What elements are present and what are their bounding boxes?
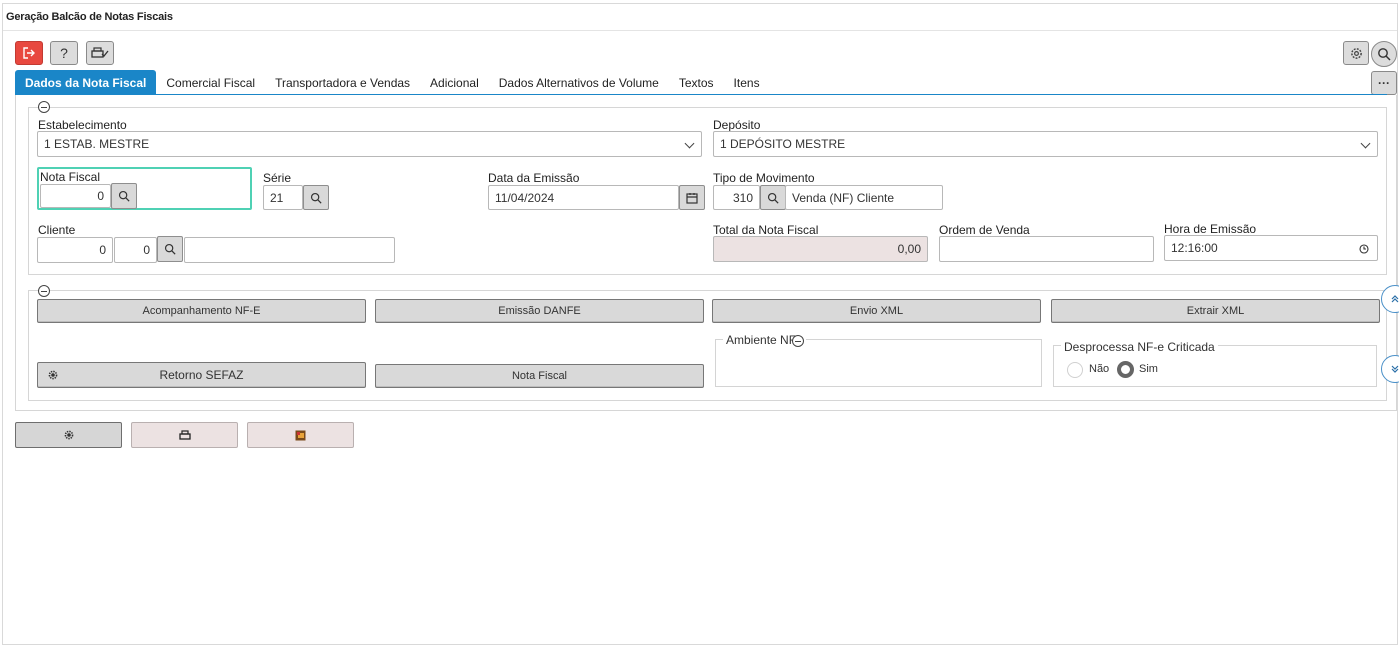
settings-button[interactable] xyxy=(1343,41,1369,65)
nota-fiscal-button[interactable]: Nota Fiscal xyxy=(375,364,704,388)
search-icon xyxy=(164,243,176,255)
radio-sim[interactable] xyxy=(1117,361,1134,378)
tipo-movimento-label: Tipo de Movimento xyxy=(713,171,815,185)
double-chevron-down-icon xyxy=(1391,365,1399,373)
serie-input[interactable]: 21 xyxy=(263,185,303,210)
nota-fiscal-search-button[interactable] xyxy=(111,183,137,209)
hora-emissao-input[interactable]: 12:16:00 xyxy=(1164,235,1378,261)
search-icon xyxy=(767,192,779,204)
radio-nao[interactable] xyxy=(1067,362,1083,378)
cliente-code2-input[interactable]: 0 xyxy=(114,237,157,263)
tipo-movimento-desc: Venda (NF) Cliente xyxy=(785,185,943,210)
estabelecimento-value: 1 ESTAB. MESTRE xyxy=(44,137,150,151)
printer-check-icon xyxy=(91,47,109,58)
collapse-icon[interactable] xyxy=(792,335,804,347)
global-search-button[interactable] xyxy=(1371,41,1397,67)
tipo-movimento-code-input[interactable]: 310 xyxy=(713,185,760,210)
deposito-label: Depósito xyxy=(713,118,761,132)
chevron-down-icon xyxy=(1360,138,1371,149)
collapse-icon[interactable] xyxy=(38,101,50,113)
acompanhamento-nfe-button[interactable]: Acompanhamento NF-E xyxy=(37,299,366,323)
tab-dados-nota-fiscal[interactable]: Dados da Nota Fiscal xyxy=(15,70,157,95)
double-chevron-up-icon xyxy=(1391,295,1399,303)
extrair-xml-button[interactable]: Extrair XML xyxy=(1051,299,1380,323)
export-button[interactable] xyxy=(247,422,354,448)
tab-comercial-fiscal[interactable]: Comercial Fiscal xyxy=(156,70,265,95)
radio-sim-label: Sim xyxy=(1139,363,1158,375)
nota-fiscal-input[interactable]: 0 xyxy=(40,184,111,208)
exit-icon xyxy=(23,47,35,59)
search-icon xyxy=(118,190,130,202)
retorno-sefaz-button[interactable]: Retorno SEFAZ xyxy=(37,362,366,388)
export-icon xyxy=(295,430,306,440)
emissao-danfe-button[interactable]: Emissão DANFE xyxy=(375,299,704,323)
serie-label: Série xyxy=(263,171,292,185)
window-title: Geração Balcão de Notas Fiscais xyxy=(6,11,173,23)
printer-icon xyxy=(178,429,191,440)
ordem-venda-input[interactable] xyxy=(939,236,1154,262)
more-icon: ··· xyxy=(1378,76,1390,90)
tab-bar: Dados da Nota Fiscal Comercial Fiscal Tr… xyxy=(15,70,770,95)
clock-icon xyxy=(1359,244,1369,254)
retorno-sefaz-label: Retorno SEFAZ xyxy=(159,368,244,382)
envio-xml-button[interactable]: Envio XML xyxy=(712,299,1041,323)
tab-itens[interactable]: Itens xyxy=(724,70,770,95)
calendar-icon xyxy=(686,192,698,204)
cliente-label: Cliente xyxy=(38,223,76,237)
tab-adicional[interactable]: Adicional xyxy=(420,70,489,95)
total-nota-label: Total da Nota Fiscal xyxy=(713,223,819,237)
estabelecimento-label: Estabelecimento xyxy=(38,118,127,132)
nota-fiscal-label: Nota Fiscal xyxy=(40,170,101,184)
hora-emissao-value: 12:16:00 xyxy=(1171,241,1218,255)
estabelecimento-select[interactable]: 1 ESTAB. MESTRE xyxy=(37,131,702,157)
tab-dados-alternativos-volume[interactable]: Dados Alternativos de Volume xyxy=(489,70,669,95)
cliente-search-button[interactable] xyxy=(157,236,183,262)
title-separator xyxy=(3,30,1397,31)
more-button[interactable]: ··· xyxy=(1371,71,1397,95)
collapse-icon[interactable] xyxy=(38,285,50,297)
chevron-down-icon xyxy=(684,138,695,149)
help-button[interactable]: ? xyxy=(50,41,78,65)
radio-nao-label: Não xyxy=(1089,363,1110,375)
data-emissao-label: Data da Emissão xyxy=(488,171,580,185)
help-icon: ? xyxy=(60,45,68,61)
search-icon xyxy=(1378,48,1391,61)
process-button[interactable] xyxy=(15,422,122,448)
tab-textos[interactable]: Textos xyxy=(669,70,724,95)
gear-icon xyxy=(1350,47,1362,59)
desprocessa-legend: Desprocessa NF-e Criticada xyxy=(1061,340,1218,354)
total-nota-field: 0,00 xyxy=(713,236,928,262)
print-report-button[interactable] xyxy=(131,422,238,448)
calendar-button[interactable] xyxy=(679,185,705,210)
exit-button[interactable] xyxy=(15,41,43,65)
print-button[interactable] xyxy=(86,41,114,65)
search-icon xyxy=(310,192,322,204)
cliente-name-field xyxy=(184,237,395,263)
hora-emissao-label: Hora de Emissão xyxy=(1164,222,1257,236)
data-emissao-input[interactable]: 11/04/2024 xyxy=(488,185,679,210)
deposito-value: 1 DEPÓSITO MESTRE xyxy=(720,137,846,151)
serie-search-button[interactable] xyxy=(303,185,329,210)
tab-transportadora-vendas[interactable]: Transportadora e Vendas xyxy=(265,70,420,95)
ordem-venda-label: Ordem de Venda xyxy=(939,223,1030,237)
cliente-code1-input[interactable]: 0 xyxy=(37,237,113,263)
gear-icon xyxy=(48,370,58,380)
tipo-movimento-search-button[interactable] xyxy=(760,185,786,210)
gear-icon xyxy=(64,430,73,440)
deposito-select[interactable]: 1 DEPÓSITO MESTRE xyxy=(713,131,1378,157)
